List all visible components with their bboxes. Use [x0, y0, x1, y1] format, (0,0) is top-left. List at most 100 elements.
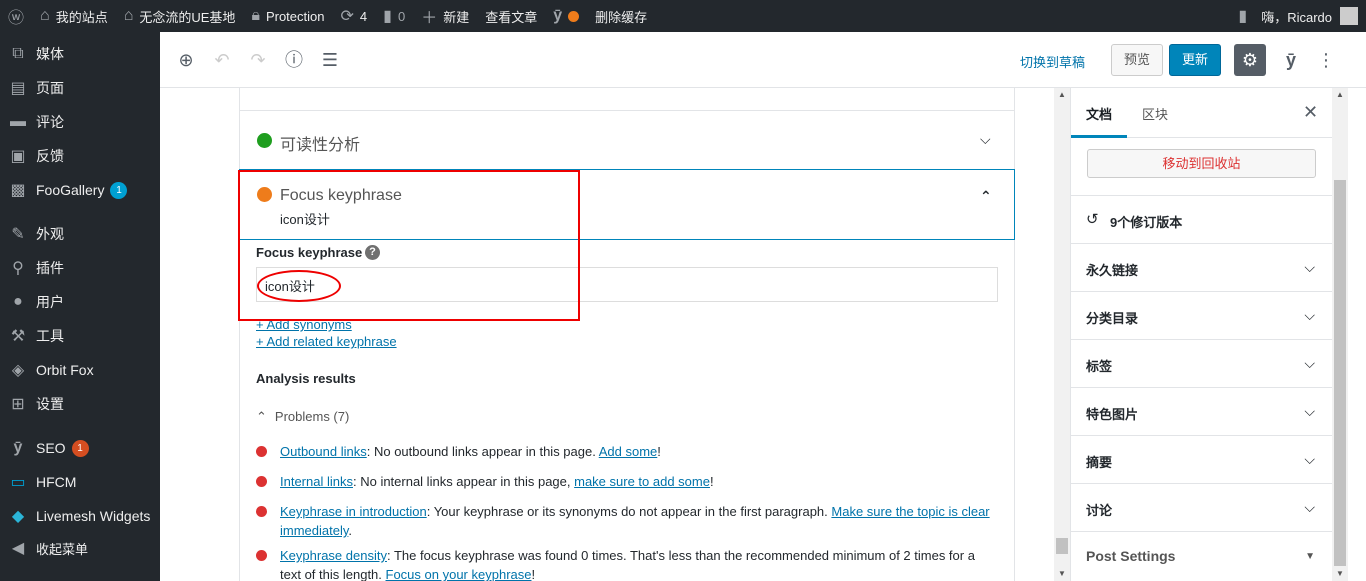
smile-icon: [257, 133, 272, 148]
scroll-up-icon[interactable]: ▲: [1332, 88, 1348, 102]
chevron-up-icon: ⌃: [980, 188, 992, 204]
plugins-icon: ⚲: [12, 260, 24, 277]
scroll-down-icon[interactable]: ▼: [1054, 567, 1070, 581]
sidebar-item-users[interactable]: ● 用户: [0, 285, 160, 319]
sidebar-item-seo[interactable]: ȳ SEO 1: [0, 431, 160, 465]
readability-section[interactable]: 可读性分析 ⌵: [240, 110, 1014, 168]
result-link[interactable]: Keyphrase in introduction: [280, 504, 427, 519]
chevron-up-icon: ⌃: [256, 409, 267, 424]
active-tab-indicator: [1071, 135, 1127, 138]
problems-toggle[interactable]: ⌃ Problems (7): [256, 409, 349, 425]
result-action-link[interactable]: make sure to add some: [574, 474, 710, 489]
protection-link[interactable]: 🔒︎ Protection: [243, 0, 332, 32]
home-icon: ⌂: [40, 7, 50, 24]
info-icon[interactable]: ⓘ: [283, 49, 305, 71]
result-action-link[interactable]: Focus on your keyphrase: [386, 567, 532, 581]
seo-badge: 1: [71, 439, 89, 457]
scroll-down-icon[interactable]: ▼: [1332, 567, 1348, 581]
sidebar-item-pages[interactable]: ▤ 页面: [0, 71, 160, 105]
sidebar-item-comments[interactable]: ▬ 评论: [0, 105, 160, 139]
yoast-icon[interactable]: ȳ: [1280, 49, 1302, 71]
panel-excerpt[interactable]: 摘要 ⌵: [1071, 435, 1333, 483]
tab-block[interactable]: 区块: [1142, 104, 1168, 123]
panel-permalink[interactable]: 永久链接 ⌵: [1071, 243, 1333, 291]
foogallery-badge: 1: [110, 181, 128, 199]
editor-scrollbar[interactable]: ▲ ▼: [1054, 88, 1070, 581]
view-post-link[interactable]: 查看文章: [477, 0, 545, 32]
editor-area: 可读性分析 ⌵ Focus keyphrase icon设计 ⌃ Focus k…: [160, 88, 1054, 581]
readability-title: 可读性分析: [280, 137, 361, 154]
comments-icon: ▬: [10, 113, 26, 130]
add-related-keyphrase-link[interactable]: + Add related keyphrase: [256, 334, 397, 349]
sidebar-item-media[interactable]: ⧉ 媒体: [0, 37, 160, 71]
add-block-icon[interactable]: ⊕: [175, 49, 197, 71]
analysis-results-heading: Analysis results: [256, 371, 356, 386]
tab-document[interactable]: 文档: [1086, 104, 1112, 123]
result-link[interactable]: Keyphrase density: [280, 548, 387, 563]
editor-scroll-thumb[interactable]: [1056, 538, 1068, 554]
notification-icon[interactable]: ▮: [1238, 6, 1247, 26]
result-link[interactable]: Outbound links: [280, 444, 367, 459]
chevron-down-icon: ⌵: [1304, 355, 1315, 371]
preview-button[interactable]: 预览: [1111, 44, 1163, 76]
yoast-icon: ȳ: [13, 439, 23, 456]
result-action-link[interactable]: Add some: [599, 444, 658, 459]
sidebar-item-foogallery[interactable]: ▩ FooGallery 1: [0, 173, 160, 207]
redo-icon[interactable]: ↷: [247, 49, 269, 71]
update-button[interactable]: 更新: [1169, 44, 1221, 76]
sidebar-collapse[interactable]: ◀ 收起菜单: [0, 533, 160, 563]
comments-link[interactable]: ▮ 0: [375, 0, 413, 32]
house-icon: ⌂: [123, 7, 134, 24]
undo-icon[interactable]: ↶: [211, 49, 233, 71]
sidebar-item-plugins[interactable]: ⚲ 插件: [0, 251, 160, 285]
orbit-fox-icon: ◈: [11, 362, 25, 379]
history-icon: ↺: [1086, 211, 1099, 228]
more-options-icon[interactable]: ⋮: [1315, 49, 1337, 71]
settings-tabs: 文档 区块 ✕: [1071, 88, 1333, 138]
wordpress-logo-icon[interactable]: ⓦ: [0, 0, 32, 32]
theme-site-link[interactable]: ⌂ 无念流的UE基地: [116, 0, 244, 32]
new-content-link[interactable]: ＋新建: [413, 0, 477, 32]
chevron-down-icon: ⌵: [1304, 259, 1315, 275]
sidebar-item-feedback[interactable]: ▣ 反馈: [0, 139, 160, 173]
sidebar-item-orbit-fox[interactable]: ◈ Orbit Fox: [0, 353, 160, 387]
move-to-trash-button[interactable]: 移动到回收站: [1087, 149, 1316, 178]
sidebar-item-settings[interactable]: ⊞ 设置: [0, 387, 160, 421]
revisions-row[interactable]: ↺ 9个修订版本: [1071, 195, 1333, 243]
panel-tags[interactable]: 标签 ⌵: [1071, 339, 1333, 387]
updates-link[interactable]: ⟳ 4: [333, 0, 376, 32]
feedback-icon: ▣: [10, 148, 26, 165]
collapse-icon: ◀: [11, 540, 25, 557]
sidebar-item-hfcm[interactable]: ▭ HFCM: [0, 465, 160, 499]
sidebar-item-tools[interactable]: ⚒ 工具: [0, 319, 160, 353]
gear-icon[interactable]: ⚙: [1234, 44, 1266, 76]
settings-scrollbar[interactable]: ▲ ▼: [1332, 88, 1348, 581]
chevron-down-icon: ⌵: [1304, 307, 1315, 323]
refresh-icon: ⟳: [340, 8, 354, 25]
comment-icon: ▮: [383, 8, 392, 25]
sidebar-item-livemesh[interactable]: ◆ Livemesh Widgets: [0, 499, 160, 533]
user-greeting[interactable]: 嗨，Ricardo: [1253, 0, 1332, 32]
sidebar-item-appearance[interactable]: ✎ 外观: [0, 217, 160, 251]
panel-discussion[interactable]: 讨论 ⌵: [1071, 483, 1333, 531]
panel-categories[interactable]: 分类目录 ⌵: [1071, 291, 1333, 339]
switch-to-draft-link[interactable]: 切换到草稿: [1020, 52, 1085, 71]
result-link[interactable]: Internal links: [280, 474, 353, 489]
triangle-down-icon: ▼: [1305, 551, 1315, 562]
yoast-menu[interactable]: ȳ: [545, 0, 587, 32]
panel-post-settings[interactable]: Post Settings ▼: [1071, 531, 1333, 581]
site-name-link[interactable]: ⌂ 我的站点: [32, 0, 116, 32]
close-icon[interactable]: ✕: [1303, 102, 1318, 123]
editor-toolbar: ⊕ ↶ ↷ ⓘ ☰ 切换到草稿 预览 更新 ⚙ ȳ ⋮: [160, 32, 1366, 88]
panel-featured-image[interactable]: 特色图片 ⌵: [1071, 387, 1333, 435]
yoast-icon: ȳ: [553, 7, 563, 24]
error-bullet: [256, 550, 267, 561]
clear-cache-link[interactable]: 删除缓存: [587, 0, 655, 32]
revisions-label: 9个修订版本: [1110, 215, 1183, 230]
users-icon: ●: [13, 293, 23, 310]
error-bullet: [256, 476, 267, 487]
scroll-up-icon[interactable]: ▲: [1054, 88, 1070, 102]
settings-scroll-thumb[interactable]: [1334, 180, 1346, 566]
avatar[interactable]: [1340, 7, 1358, 25]
block-navigation-icon[interactable]: ☰: [319, 49, 341, 71]
